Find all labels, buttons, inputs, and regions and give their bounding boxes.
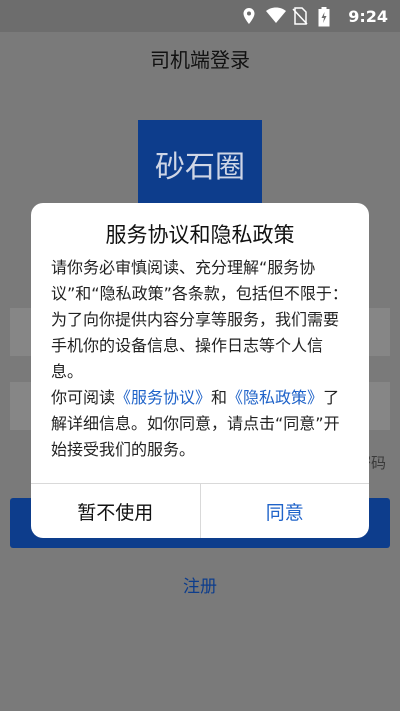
service-agreement-link[interactable]: 《服务协议》 [115,388,211,407]
dialog-actions: 暂不使用 同意 [31,483,369,538]
privacy-policy-link[interactable]: 《隐私政策》 [227,388,323,407]
decline-button[interactable]: 暂不使用 [31,484,201,538]
battery-charging-icon [318,7,336,27]
dialog-paragraph-1: 请你务必审慎阅读、充分理解“服务协议”和“隐私政策”各条款，包括但不限于：为了向… [51,258,348,381]
p2-and: 和 [211,388,228,407]
privacy-dialog: 服务协议和隐私政策 请你务必审慎阅读、充分理解“服务协议”和“隐私政策”各条款，… [31,203,369,538]
page-title: 司机端登录 [150,48,250,72]
clock: 9:24 [348,6,388,26]
logo-text: 砂石圈 [155,150,245,185]
dialog-title: 服务协议和隐私政策 [105,223,295,247]
status-icons: 9:24 [240,0,388,32]
no-sim-icon [292,7,310,25]
register-link[interactable]: 注册 [0,572,400,597]
location-icon [240,7,258,25]
dialog-body: 请你务必审慎阅读、充分理解“服务协议”和“隐私政策”各条款，包括但不限于：为了向… [51,255,351,463]
wifi-icon [266,7,287,25]
dialog-paragraph-2: 你可阅读《服务协议》和《隐私政策》了解详细信息。如你同意，请点击“同意”开始接受… [51,385,351,463]
status-bar: 9:24 [0,0,400,32]
p2-prefix: 你可阅读 [51,388,116,407]
agree-button[interactable]: 同意 [201,484,370,538]
